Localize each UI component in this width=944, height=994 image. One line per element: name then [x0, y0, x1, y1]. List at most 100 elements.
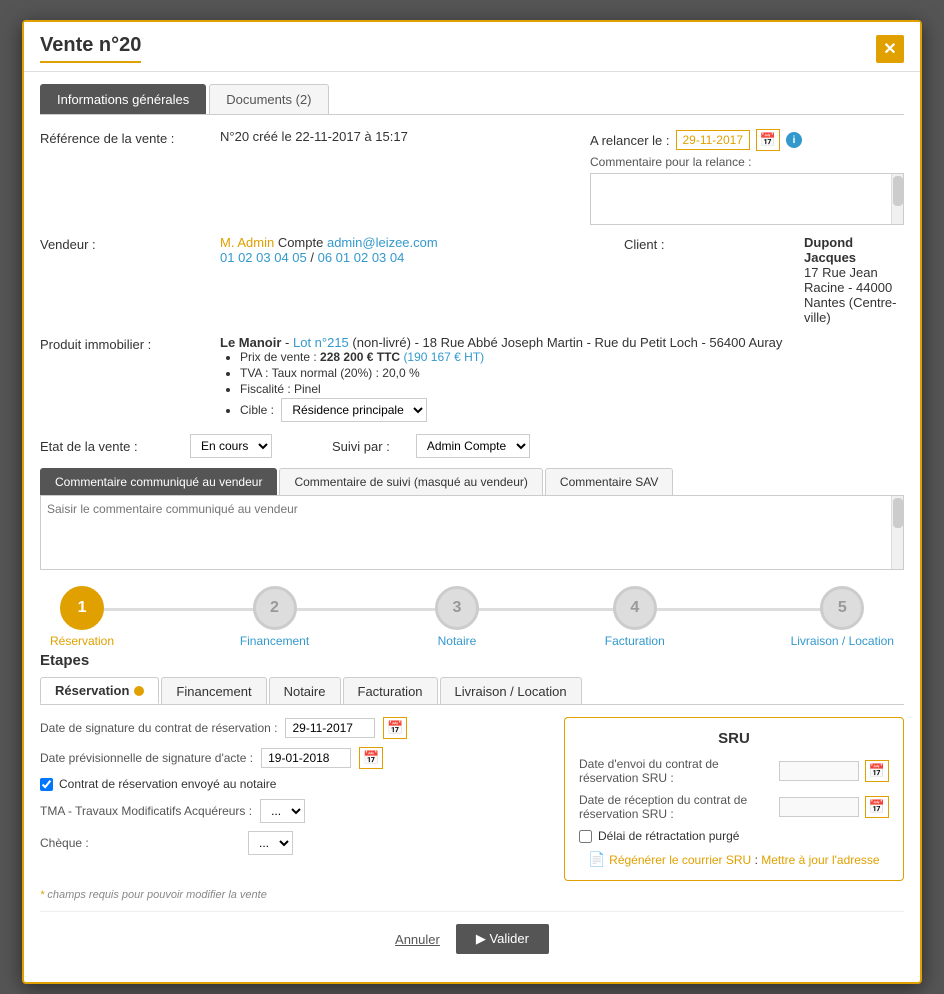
- vendeur-phone1-link[interactable]: 01 02 03 04 05: [220, 250, 307, 265]
- sru-delai-row: Délai de rétractation purgé: [579, 829, 889, 843]
- checkbox-notaire[interactable]: [40, 778, 53, 791]
- step-notaire[interactable]: 3 Notaire: [435, 586, 479, 648]
- produit-lot-link[interactable]: Lot n°215: [293, 335, 349, 350]
- progress-stepper: 1 Réservation 2 Financement 3 Notaire 4 …: [40, 586, 904, 648]
- vendeur-section: Vendeur : M. Admin Compte admin@leizee.c…: [40, 235, 594, 335]
- date-signature-row: Date de signature du contrat de réservat…: [40, 717, 548, 739]
- etat-select[interactable]: En cours Annulé Livré: [190, 434, 272, 458]
- relance-row: A relancer le : 29-11-2017 📅 i: [590, 129, 904, 151]
- date-acte-label: Date prévisionnelle de signature d'acte …: [40, 751, 253, 765]
- reference-section: Référence de la vente : N°20 créé le 22-…: [40, 129, 560, 225]
- comment-tab-suivi[interactable]: Commentaire de suivi (masqué au vendeur): [279, 468, 542, 495]
- main-tabs: Informations générales Documents (2): [40, 84, 904, 115]
- etapes-tab-reservation[interactable]: Réservation: [40, 677, 159, 704]
- vendeur-row: Vendeur : M. Admin Compte admin@leizee.c…: [40, 235, 594, 265]
- sru-envoi-row: Date d'envoi du contrat de réservation S…: [579, 757, 889, 785]
- etapes-tab-notaire[interactable]: Notaire: [269, 677, 341, 704]
- relance-calendar-icon[interactable]: 📅: [756, 129, 780, 151]
- produit-details: Prix de vente : 228 200 € TTC (190 167 €…: [240, 350, 904, 422]
- client-label: Client :: [624, 235, 804, 252]
- relance-section: A relancer le : 29-11-2017 📅 i Commentai…: [590, 129, 904, 225]
- reference-text: N°20 créé le 22-11-2017 à 15:17: [220, 129, 408, 144]
- etapes-title: Etapes: [40, 652, 904, 669]
- etapes-left: Date de signature du contrat de réservat…: [40, 717, 548, 881]
- sru-delai-checkbox[interactable]: [579, 830, 592, 843]
- comment-tabs: Commentaire communiqué au vendeur Commen…: [40, 468, 904, 495]
- client-value: Dupond Jacques 17 Rue Jean Racine - 4400…: [804, 235, 904, 325]
- sru-envoi-calendar-icon[interactable]: 📅: [865, 760, 889, 782]
- tab-informations-generales[interactable]: Informations générales: [40, 84, 206, 114]
- sru-section: SRU Date d'envoi du contrat de réservati…: [564, 717, 904, 881]
- cancel-button[interactable]: Annuler: [395, 924, 440, 954]
- sru-reception-calendar-icon[interactable]: 📅: [865, 796, 889, 818]
- sru-reception-input[interactable]: [779, 797, 859, 817]
- vendeur-email-link[interactable]: admin@leizee.com: [327, 235, 438, 250]
- date-signature-input[interactable]: [285, 718, 375, 738]
- step-1-label[interactable]: Réservation: [50, 634, 114, 648]
- produit-cible: Cible : Résidence principale: [240, 398, 904, 422]
- date-acte-row: Date prévisionnelle de signature d'acte …: [40, 747, 548, 769]
- step-reservation[interactable]: 1 Réservation: [50, 586, 114, 648]
- produit-status: (non-livré): [352, 335, 411, 350]
- comment-tab-sav[interactable]: Commentaire SAV: [545, 468, 673, 495]
- sru-regenerer-link[interactable]: Régénérer le courrier SRU: [609, 853, 751, 867]
- vendeur-label: Vendeur :: [40, 235, 220, 252]
- checkbox-notaire-row: Contrat de réservation envoyé au notaire: [40, 777, 548, 791]
- etat-label: Etat de la vente :: [40, 439, 170, 454]
- sru-envoi-label: Date d'envoi du contrat de réservation S…: [579, 757, 773, 785]
- step-3-label[interactable]: Notaire: [438, 634, 477, 648]
- step-livraison[interactable]: 5 Livraison / Location: [791, 586, 894, 648]
- modal-body: Informations générales Documents (2) Réf…: [24, 72, 920, 982]
- comment-textarea[interactable]: [41, 496, 903, 566]
- relance-comment-box: [590, 173, 904, 225]
- relance-comment-label: Commentaire pour la relance :: [590, 155, 904, 169]
- champs-requis: * champs requis pour pouvoir modifier la…: [40, 889, 904, 901]
- sru-reception-label: Date de réception du contrat de réservat…: [579, 793, 773, 821]
- cheque-select[interactable]: ...: [248, 831, 293, 855]
- step-1-circle: 1: [60, 586, 104, 630]
- sru-title: SRU: [579, 730, 889, 747]
- step-4-label[interactable]: Facturation: [605, 634, 665, 648]
- produit-tva: TVA : Taux normal (20%) : 20,0 %: [240, 366, 904, 380]
- etapes-tab-financement[interactable]: Financement: [161, 677, 266, 704]
- produit-fiscalite: Fiscalité : Pinel: [240, 382, 904, 396]
- tab-documents[interactable]: Documents (2): [209, 84, 328, 114]
- produit-address: 18 Rue Abbé Joseph Martin - Rue du Petit…: [423, 335, 783, 350]
- produit-prix: Prix de vente : 228 200 € TTC (190 167 €…: [240, 350, 904, 364]
- relance-info-icon: i: [786, 132, 802, 148]
- client-section: Client : Dupond Jacques 17 Rue Jean Raci…: [624, 235, 904, 335]
- client-name: Dupond Jacques: [804, 235, 856, 265]
- sru-maj-link[interactable]: Mettre à jour l'adresse: [761, 853, 879, 867]
- step-5-circle: 5: [820, 586, 864, 630]
- date-signature-calendar-icon[interactable]: 📅: [383, 717, 407, 739]
- date-acte-calendar-icon[interactable]: 📅: [359, 747, 383, 769]
- relance-comment-textarea[interactable]: [591, 174, 903, 225]
- suivi-select[interactable]: Admin Compte Autre: [416, 434, 530, 458]
- modal-title: Vente n°20: [40, 34, 141, 63]
- vendeur-phone2-link[interactable]: 06 01 02 03 04: [318, 250, 405, 265]
- tma-row: TMA - Travaux Modificatifs Acquéreurs : …: [40, 799, 548, 823]
- relance-comment-row: Commentaire pour la relance :: [590, 155, 904, 225]
- step-5-label[interactable]: Livraison / Location: [791, 634, 894, 648]
- step-facturation[interactable]: 4 Facturation: [605, 586, 665, 648]
- validate-button[interactable]: ▶ Valider: [456, 924, 549, 954]
- step-2-label[interactable]: Financement: [240, 634, 309, 648]
- sru-reception-row: Date de réception du contrat de réservat…: [579, 793, 889, 821]
- tma-label: TMA - Travaux Modificatifs Acquéreurs :: [40, 804, 252, 818]
- modal-header: Vente n°20 ✕: [24, 22, 920, 72]
- produit-cible-select[interactable]: Résidence principale: [281, 398, 427, 422]
- etapes-tab-facturation[interactable]: Facturation: [343, 677, 438, 704]
- step-financement[interactable]: 2 Financement: [240, 586, 309, 648]
- close-button[interactable]: ✕: [876, 35, 904, 63]
- etapes-tab-livraison[interactable]: Livraison / Location: [440, 677, 582, 704]
- tma-select[interactable]: ...: [260, 799, 305, 823]
- vendeur-value: M. Admin Compte admin@leizee.com 01 02 0…: [220, 235, 594, 265]
- date-acte-input[interactable]: [261, 748, 351, 768]
- comment-tab-vendeur[interactable]: Commentaire communiqué au vendeur: [40, 468, 277, 495]
- sru-envoi-input[interactable]: [779, 761, 859, 781]
- relance-label: A relancer le :: [590, 133, 670, 148]
- step-4-circle: 4: [613, 586, 657, 630]
- produit-name-link[interactable]: Le Manoir: [220, 335, 281, 350]
- vendeur-name-link[interactable]: M. Admin: [220, 235, 274, 250]
- cheque-row: Chèque : ...: [40, 831, 548, 855]
